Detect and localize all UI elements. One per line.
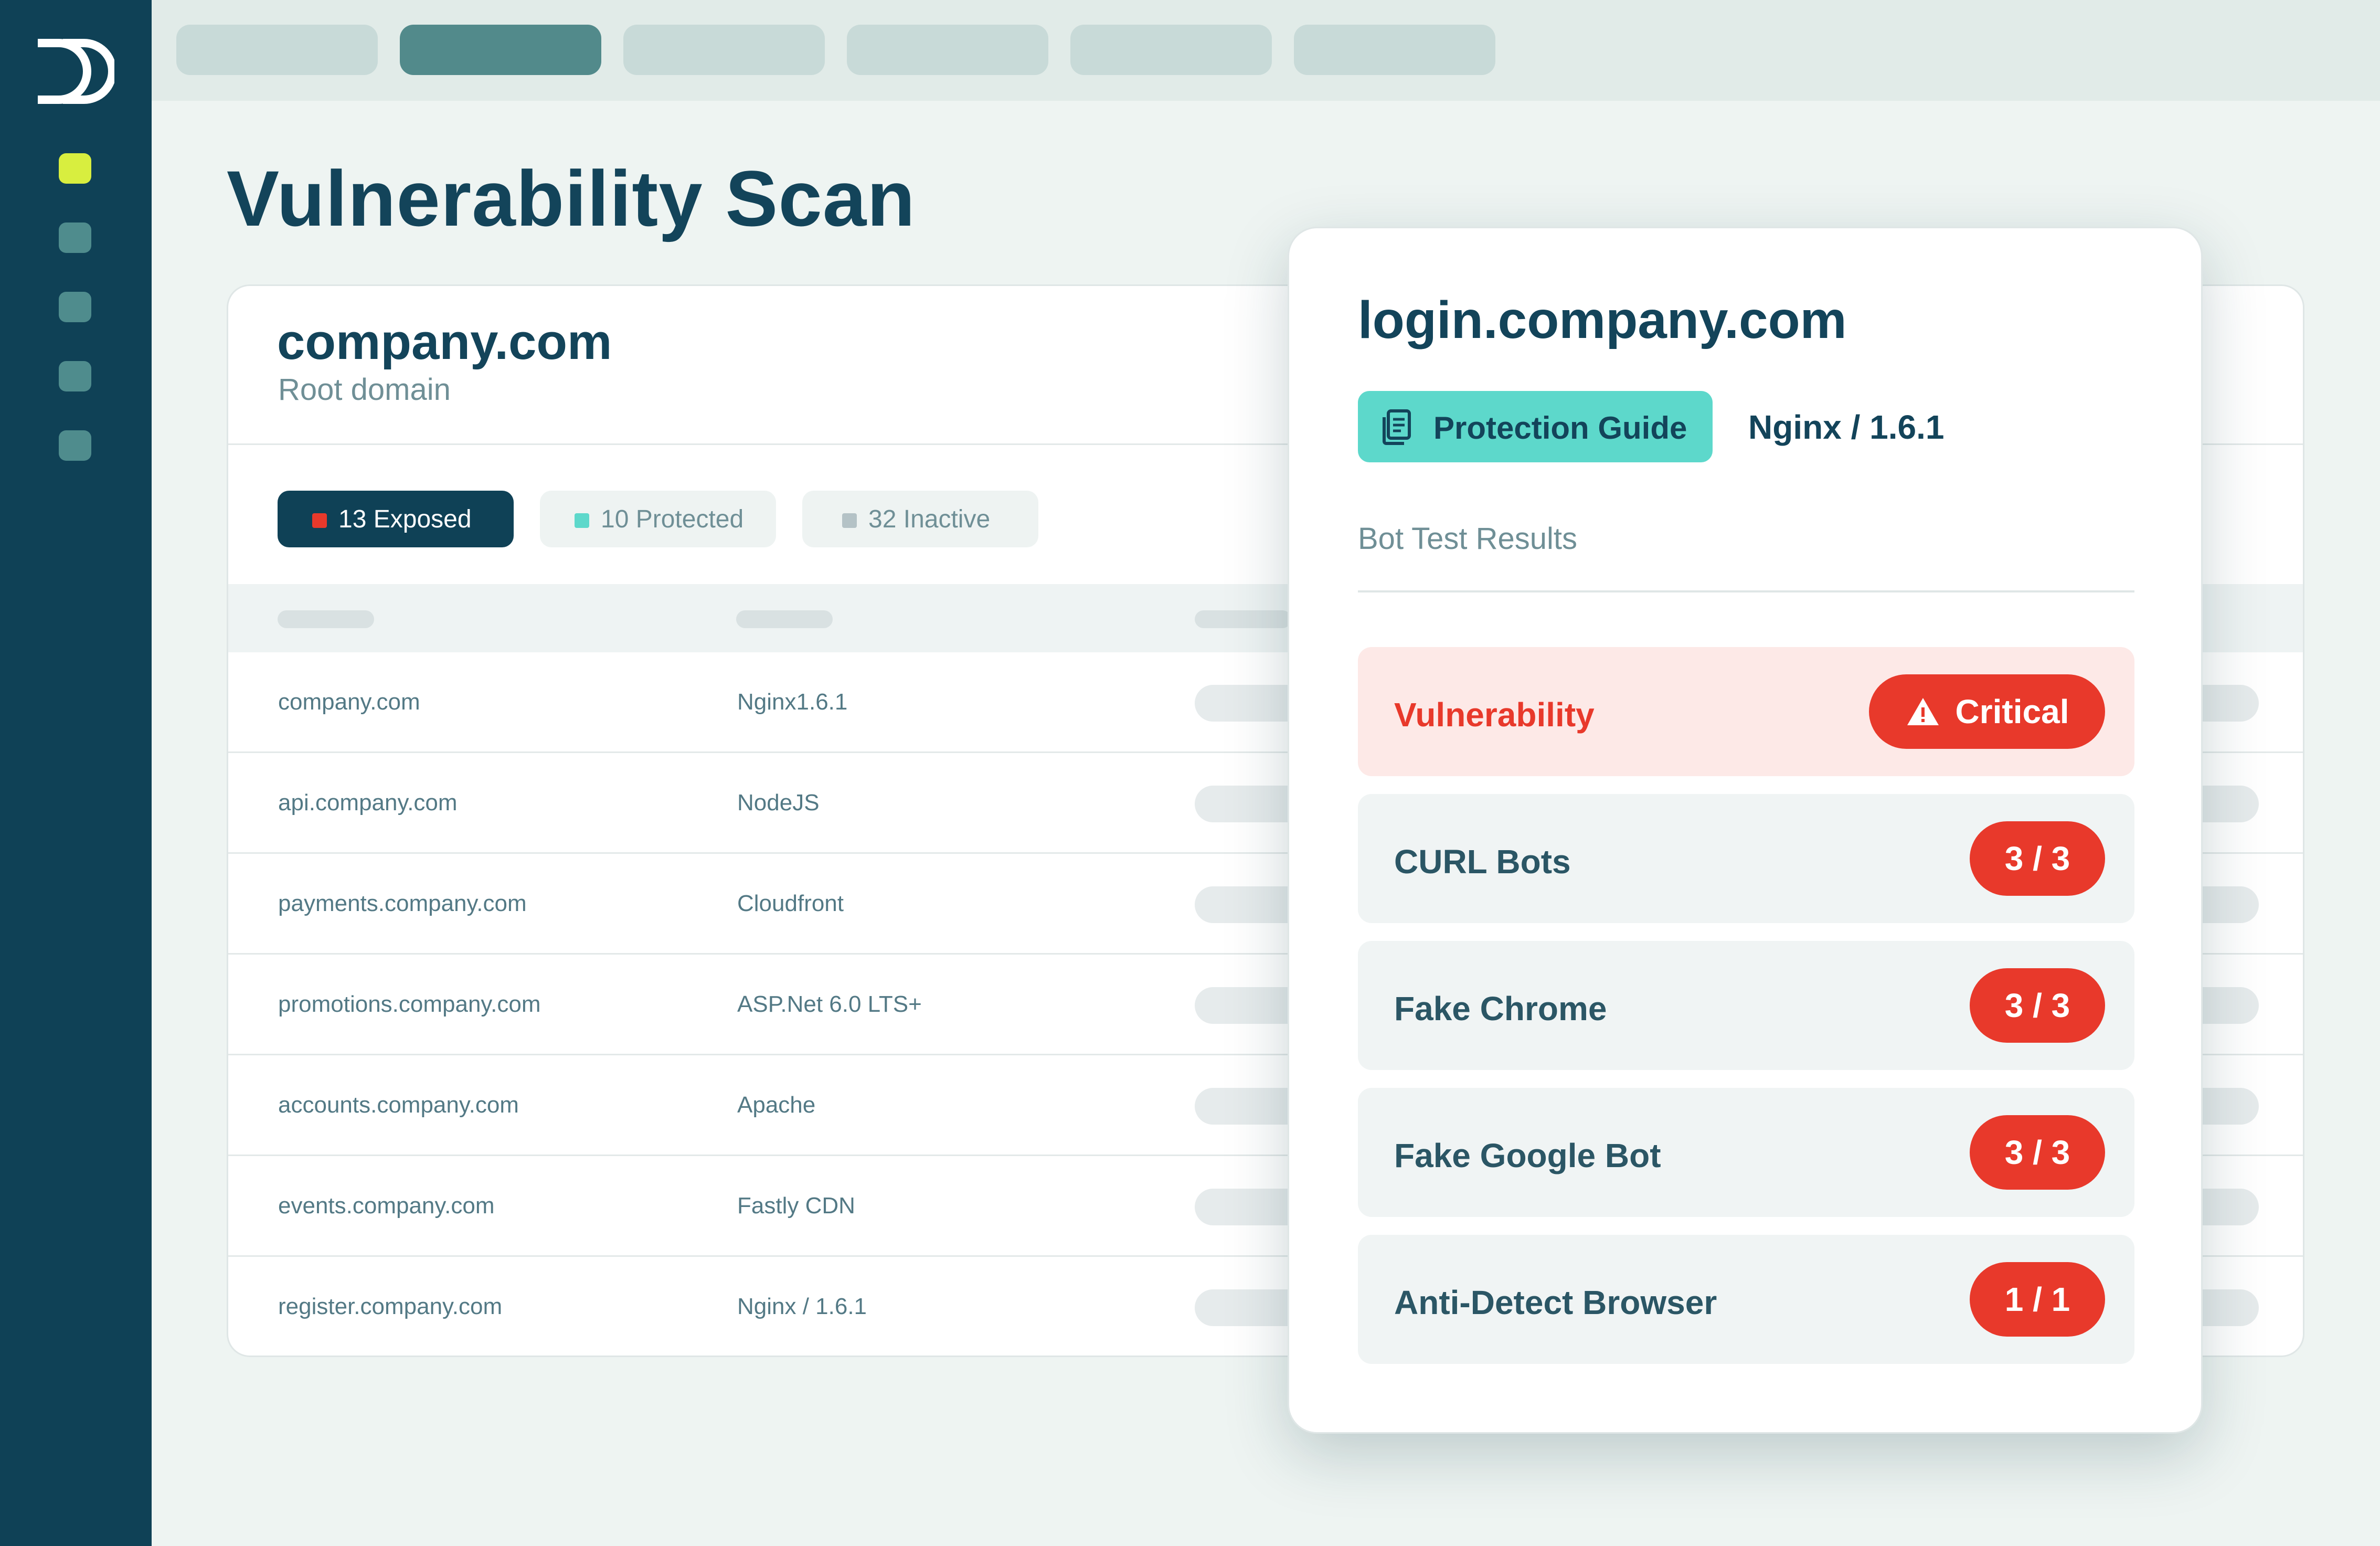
row-host: api.company.com	[278, 790, 458, 816]
column-header-placeholder	[278, 610, 374, 628]
vulnerability-row[interactable]: Vulnerability Critical	[1358, 647, 2134, 776]
sidebar-item-4[interactable]	[59, 361, 91, 391]
bot-test-results-heading: Bot Test Results	[1358, 522, 1578, 556]
bot-test-label: Fake Google Bot	[1394, 1137, 1661, 1174]
bot-test-row-fake-chrome[interactable]: Fake Chrome 3 / 3	[1358, 941, 2134, 1070]
bot-test-label: Fake Chrome	[1394, 990, 1607, 1028]
row-server: Nginx1.6.1	[737, 689, 848, 715]
row-host: company.com	[278, 689, 420, 715]
tab-6[interactable]	[1294, 25, 1495, 75]
divider	[1358, 590, 2134, 592]
row-server: Apache	[737, 1092, 816, 1118]
bot-test-label: Anti-Detect Browser	[1394, 1284, 1717, 1321]
row-host: events.company.com	[278, 1193, 495, 1219]
datadome-logo-icon[interactable]	[35, 38, 114, 105]
protection-guide-button[interactable]: Protection Guide	[1358, 391, 1713, 462]
server-version: Nginx / 1.6.1	[1748, 408, 1945, 446]
row-server: ASP.Net 6.0 LTS+	[737, 991, 922, 1017]
row-server: Nginx / 1.6.1	[737, 1294, 867, 1319]
domain-name: company.com	[277, 314, 612, 370]
filter-inactive[interactable]: 32 Inactive	[802, 491, 1038, 547]
sidebar-item-5[interactable]	[59, 430, 91, 461]
bot-test-row-curl[interactable]: CURL Bots 3 / 3	[1358, 794, 2134, 923]
tab-3[interactable]	[623, 25, 825, 75]
top-bar	[152, 0, 2380, 101]
row-host: payments.company.com	[278, 891, 527, 916]
row-host: register.company.com	[278, 1294, 503, 1319]
bot-test-row-anti-detect[interactable]: Anti-Detect Browser 1 / 1	[1358, 1235, 2134, 1364]
tab-1[interactable]	[176, 25, 378, 75]
critical-badge-label: Critical	[1955, 693, 2069, 730]
vulnerability-label: Vulnerability	[1394, 696, 1595, 734]
subdomain-detail-popup: login.company.com Protection Guide Nginx…	[1288, 227, 2203, 1434]
filter-label: 10 Protected	[601, 505, 744, 533]
column-header-placeholder	[736, 610, 833, 628]
sidebar-item-2[interactable]	[59, 223, 91, 253]
row-server: Cloudfront	[737, 891, 844, 916]
exposed-status-icon	[312, 513, 327, 528]
sidebar-item-scan[interactable]	[59, 153, 91, 184]
bot-test-label: CURL Bots	[1394, 843, 1571, 881]
page-title: Vulnerability Scan	[227, 154, 916, 242]
row-server: NodeJS	[737, 790, 820, 816]
filter-label: 13 Exposed	[338, 505, 472, 533]
tab-5[interactable]	[1070, 25, 1272, 75]
row-host: accounts.company.com	[278, 1092, 519, 1118]
document-icon	[1383, 409, 1411, 445]
tab-2-active[interactable]	[400, 25, 601, 75]
inactive-status-icon	[842, 513, 857, 528]
critical-badge: Critical	[1869, 674, 2105, 749]
score-badge: 3 / 3	[1970, 968, 2105, 1043]
popup-title: login.company.com	[1358, 291, 1847, 350]
score-badge: 3 / 3	[1970, 1115, 2105, 1190]
tab-4[interactable]	[847, 25, 1048, 75]
bot-test-row-fake-google-bot[interactable]: Fake Google Bot 3 / 3	[1358, 1088, 2134, 1217]
filter-exposed[interactable]: 13 Exposed	[278, 491, 514, 547]
protected-status-icon	[575, 513, 589, 528]
row-server: Fastly CDN	[737, 1193, 855, 1219]
column-header-placeholder	[1195, 610, 1291, 628]
filter-label: 32 Inactive	[868, 505, 991, 533]
row-host: promotions.company.com	[278, 991, 541, 1017]
filter-protected[interactable]: 10 Protected	[540, 491, 776, 547]
score-badge: 1 / 1	[1970, 1262, 2105, 1337]
domain-subtitle: Root domain	[278, 373, 451, 407]
protection-guide-label: Protection Guide	[1433, 410, 1687, 446]
warning-icon	[1907, 698, 1939, 725]
score-badge: 3 / 3	[1970, 821, 2105, 896]
sidebar-item-3[interactable]	[59, 292, 91, 322]
sidebar	[0, 0, 152, 1546]
